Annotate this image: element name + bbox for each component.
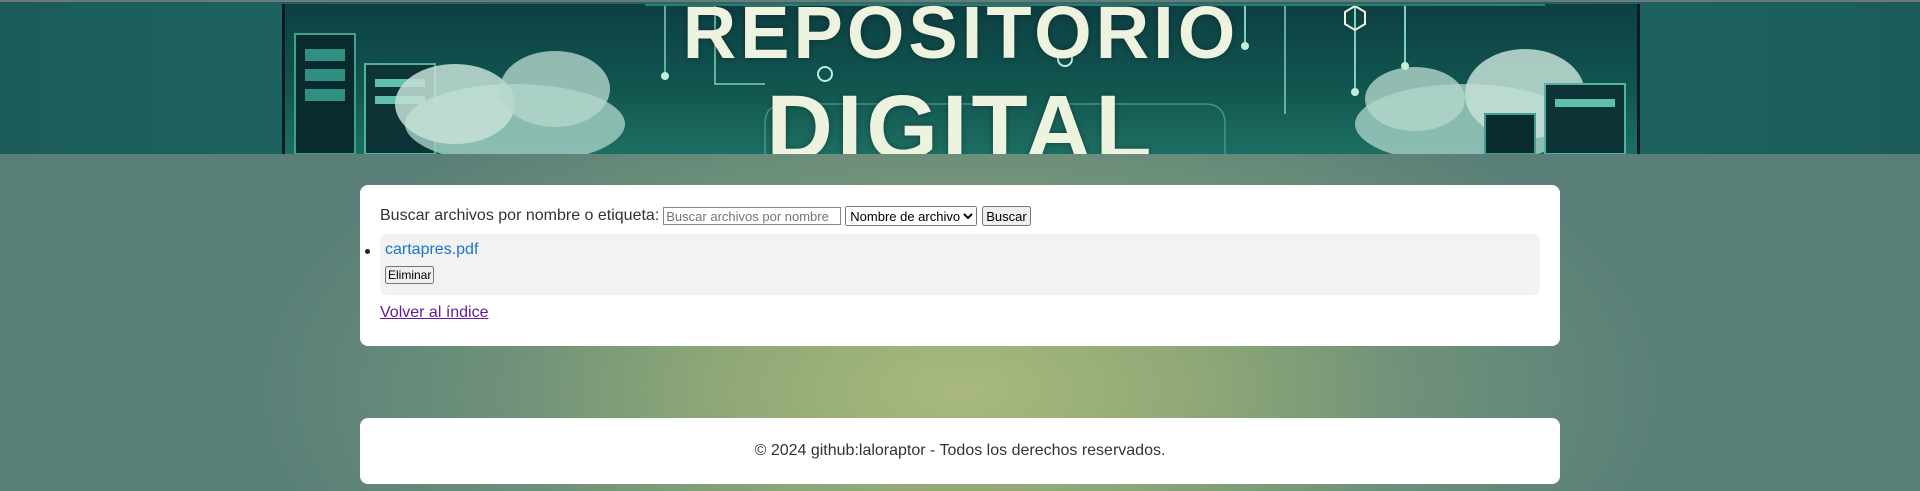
file-link[interactable]: cartapres.pdf [385, 241, 1535, 261]
delete-button[interactable]: Eliminar [385, 266, 435, 284]
main-card: Buscar archivos por nombre o etiqueta: N… [360, 185, 1560, 346]
header-banner-image: REPOSITORIO DIGITAL [282, 4, 1640, 154]
file-list: cartapres.pdf Eliminar [365, 234, 1540, 295]
search-form: Buscar archivos por nombre o etiqueta: N… [380, 205, 1540, 227]
list-item: cartapres.pdf Eliminar [365, 234, 1540, 295]
footer-copyright: © 2024 github:laloraptor - Todos los der… [754, 442, 1166, 459]
search-filter-select[interactable]: Nombre de archivo [845, 206, 978, 226]
banner-title-line1: REPOSITORIO [682, 4, 1240, 74]
footer: © 2024 github:laloraptor - Todos los der… [360, 418, 1560, 484]
search-label: Buscar archivos por nombre o etiqueta: [380, 207, 660, 224]
bullet-icon [365, 249, 370, 254]
header-band: REPOSITORIO DIGITAL [0, 0, 1920, 154]
banner-title-line2: DIGITAL [766, 77, 1156, 154]
back-to-index-link[interactable]: Volver al índice [380, 304, 489, 322]
search-button[interactable]: Buscar [982, 206, 1031, 226]
search-input[interactable] [663, 207, 842, 225]
